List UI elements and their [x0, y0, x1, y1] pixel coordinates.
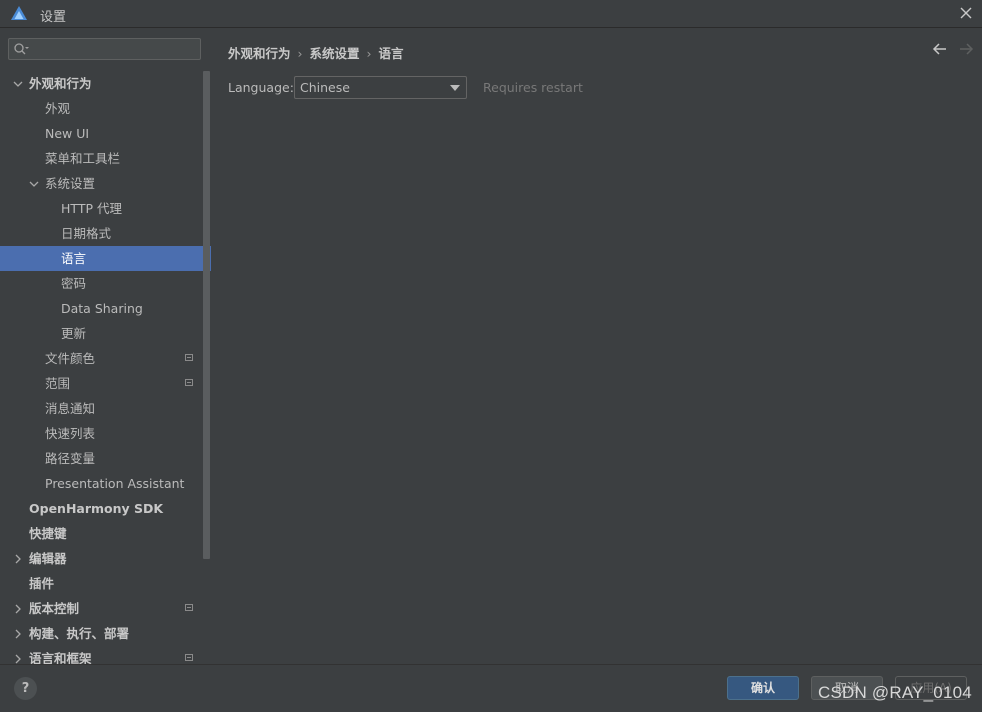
chevron-down-icon[interactable] — [13, 79, 23, 89]
search-box[interactable] — [8, 38, 201, 60]
sidebar-item-label: 外观 — [45, 101, 71, 116]
sidebar-item-label: 范围 — [45, 376, 71, 391]
settings-sidebar: 外观和行为外观 New UI 菜单和工具栏 系统设置 HTTP 代理 日期格式语言密码 Da… — [0, 28, 211, 664]
arrow-left-icon[interactable] — [932, 42, 948, 56]
sidebar-item-label: 构建、执行、部署 — [29, 626, 130, 641]
sidebar-item[interactable]: 日期格式 — [0, 221, 203, 246]
watermark: CSDN @RAY_0104 — [818, 683, 972, 702]
sidebar-item-label: Presentation Assistant — [45, 476, 185, 491]
search-icon — [14, 43, 29, 55]
sidebar-item[interactable]: 文件颜色 — [0, 346, 203, 371]
sidebar-item-label: 快速列表 — [45, 426, 96, 441]
sidebar-item[interactable]: OpenHarmony SDK — [0, 496, 203, 521]
sidebar-item-label: 文件颜色 — [45, 351, 96, 366]
sidebar-item-label: New UI — [45, 126, 90, 141]
sidebar-item[interactable]: 外观 — [0, 96, 203, 121]
sidebar-item[interactable]: 路径变量 — [0, 446, 203, 471]
sidebar-item[interactable]: 快捷键 — [0, 521, 203, 546]
project-scope-icon — [185, 379, 193, 386]
breadcrumb-item: 外观和行为 — [228, 46, 291, 61]
window-title: 设置 — [40, 10, 67, 25]
sidebar-item[interactable]: Presentation Assistant — [0, 471, 203, 496]
sidebar-item-label: 语言和框架 — [29, 651, 92, 664]
settings-content: 外观和行为 › 系统设置 › 语言 Language: Chinese Requires… — [211, 28, 982, 664]
project-scope-icon — [185, 654, 193, 661]
sidebar-item[interactable]: 语言和框架 — [0, 646, 203, 664]
sidebar-item[interactable]: 系统设置 — [0, 171, 203, 196]
sidebar-item-label: 密码 — [61, 276, 87, 291]
ok-button[interactable]: 确认 — [727, 676, 799, 700]
chevron-right-icon: › — [366, 46, 372, 61]
sidebar-item-label: 插件 — [29, 576, 55, 591]
restart-hint: Requires restart — [483, 80, 583, 95]
sidebar-item[interactable]: 外观和行为 — [0, 71, 203, 96]
sidebar-item[interactable]: Data Sharing — [0, 296, 203, 321]
breadcrumb: 外观和行为 › 系统设置 › 语言 — [228, 43, 404, 62]
app-logo-icon — [11, 6, 27, 20]
project-scope-icon — [185, 604, 193, 611]
help-button[interactable]: ? — [14, 677, 37, 700]
sidebar-item[interactable]: 范围 — [0, 371, 203, 396]
chevron-right-icon: › — [297, 46, 303, 61]
sidebar-item-label: 菜单和工具栏 — [45, 151, 121, 166]
chevron-right-icon[interactable] — [13, 604, 23, 614]
sidebar-item-label: 版本控制 — [29, 601, 80, 616]
sidebar-item-label: 语言 — [61, 251, 87, 266]
sidebar-item[interactable]: 构建、执行、部署 — [0, 621, 203, 646]
sidebar-item[interactable]: 编辑器 — [0, 546, 203, 571]
arrow-right-icon[interactable] — [958, 42, 974, 56]
sidebar-item-label: 外观和行为 — [29, 76, 92, 91]
sidebar-item[interactable]: 菜单和工具栏 — [0, 146, 203, 171]
sidebar-item-label: 编辑器 — [29, 551, 67, 566]
breadcrumb-item: 系统设置 — [309, 46, 360, 61]
chevron-right-icon[interactable] — [13, 554, 23, 564]
language-value: Chinese — [300, 80, 350, 95]
project-scope-icon — [185, 354, 193, 361]
settings-tree: 外观和行为外观 New UI 菜单和工具栏 系统设置 HTTP 代理 日期格式语言密码 Da… — [0, 71, 211, 664]
sidebar-item-label: 更新 — [61, 326, 87, 341]
sidebar-item[interactable]: 密码 — [0, 271, 203, 296]
sidebar-item-label: 系统设置 — [45, 176, 96, 191]
close-icon[interactable] — [956, 3, 976, 23]
dropdown-caret-icon — [450, 85, 460, 91]
chevron-right-icon[interactable] — [13, 629, 23, 639]
sidebar-item[interactable]: New UI — [0, 121, 203, 146]
sidebar-item[interactable]: 插件 — [0, 571, 203, 596]
language-select[interactable]: Chinese — [294, 76, 467, 99]
sidebar-item-label: OpenHarmony SDK — [29, 501, 164, 516]
sidebar-item-label: HTTP 代理 — [61, 201, 122, 216]
sidebar-item-label: 日期格式 — [61, 226, 112, 241]
sidebar-item-label: Data Sharing — [61, 301, 143, 316]
sidebar-item[interactable]: HTTP 代理 — [0, 196, 203, 221]
sidebar-item-label: 消息通知 — [45, 401, 96, 416]
sidebar-scrollbar[interactable] — [203, 71, 210, 559]
language-label: Language: — [228, 80, 294, 95]
title-bar: 设置 — [0, 0, 982, 28]
sidebar-item[interactable]: 消息通知 — [0, 396, 203, 421]
chevron-right-icon[interactable] — [13, 654, 23, 664]
chevron-down-icon[interactable] — [29, 179, 39, 189]
breadcrumb-item: 语言 — [378, 46, 404, 61]
sidebar-item[interactable]: 快速列表 — [0, 421, 203, 446]
sidebar-item[interactable]: 更新 — [0, 321, 203, 346]
sidebar-item[interactable]: 版本控制 — [0, 596, 203, 621]
sidebar-item[interactable]: 语言 — [0, 246, 211, 271]
sidebar-item-label: 路径变量 — [45, 451, 96, 466]
search-input[interactable] — [33, 40, 201, 60]
sidebar-item-label: 快捷键 — [29, 526, 67, 541]
